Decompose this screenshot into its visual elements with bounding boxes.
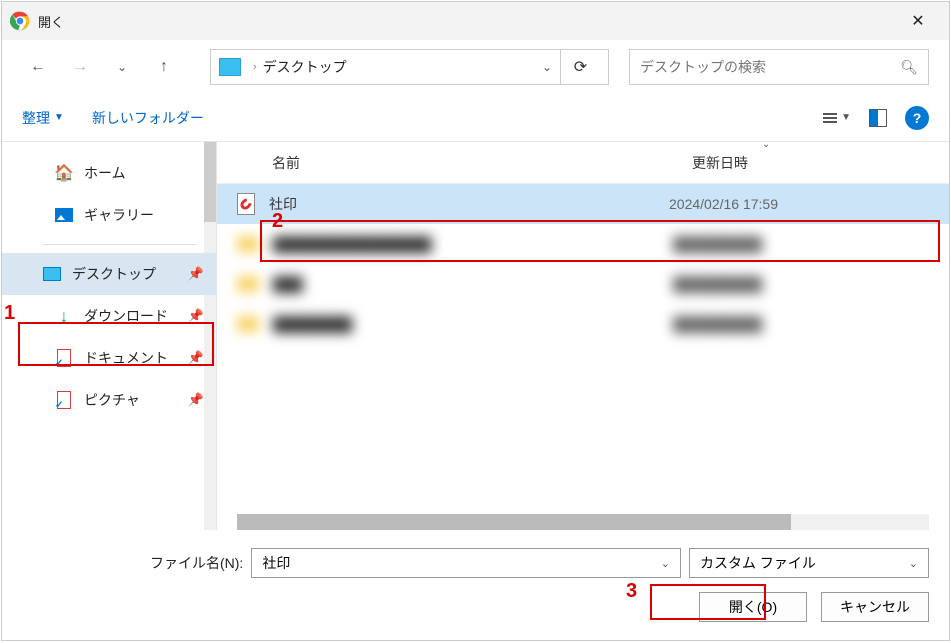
pin-icon: 📌: [188, 350, 204, 366]
cancel-button[interactable]: キャンセル: [821, 592, 929, 622]
pin-icon: 📌: [188, 308, 204, 324]
file-date: 2024/02/16 17:59: [669, 196, 869, 212]
footer: ファイル名(N): ⌄ カスタム ファイル ⌄ 開く(O) キャンセル: [2, 530, 949, 640]
sort-indicator-icon: ⌄: [762, 142, 770, 150]
chevron-down-icon: ▼: [54, 112, 64, 123]
gallery-icon: [54, 206, 74, 224]
desktop-icon: [42, 265, 62, 283]
file-list-header: 名前 ⌄ 更新日時: [217, 142, 949, 184]
home-icon: 🏠: [54, 164, 74, 182]
back-button[interactable]: ←: [22, 51, 54, 83]
pin-icon: 📌: [188, 266, 204, 282]
image-file-icon: [237, 193, 255, 215]
file-type-filter[interactable]: カスタム ファイル ⌄: [689, 548, 929, 578]
pictures-icon: [54, 391, 74, 409]
nav-row: ← → ⌄ ↑ › デスクトップ ⌄ ⟳ 🔍︎: [2, 40, 949, 94]
window-title: 開く: [38, 12, 64, 31]
column-header-date[interactable]: ⌄ 更新日時: [692, 153, 892, 173]
list-icon: [823, 113, 837, 123]
help-button[interactable]: ?: [905, 106, 929, 130]
column-header-name[interactable]: 名前: [272, 153, 692, 173]
chevron-down-icon: ⌄: [909, 557, 918, 570]
chevron-down-icon[interactable]: ⌄: [661, 557, 670, 570]
pin-icon: 📌: [188, 392, 204, 408]
folder-icon: [237, 316, 259, 332]
view-mode-button[interactable]: ▼: [823, 112, 851, 123]
forward-button[interactable]: →: [64, 51, 96, 83]
folder-icon: [237, 276, 259, 292]
download-icon: ↓: [54, 307, 74, 325]
new-folder-button[interactable]: 新しいフォルダー: [92, 108, 204, 128]
file-row[interactable]: ████████ █████████: [217, 304, 949, 344]
chevron-down-icon: ▼: [841, 112, 851, 123]
documents-icon: [54, 349, 74, 367]
toolbar: 整理 ▼ 新しいフォルダー ▼ ?: [2, 94, 949, 142]
breadcrumb-dropdown[interactable]: ⌄: [534, 60, 560, 74]
horizontal-scrollbar[interactable]: [237, 514, 929, 530]
refresh-button[interactable]: ⟳: [560, 49, 600, 85]
breadcrumb-location[interactable]: デスクトップ: [263, 57, 347, 77]
file-name: 社印: [269, 194, 669, 214]
sidebar-item-pictures[interactable]: ピクチャ 📌: [2, 379, 216, 421]
sidebar-item-gallery[interactable]: ギャラリー: [2, 194, 216, 236]
sidebar-divider: [42, 244, 196, 245]
sidebar: 🏠 ホーム ギャラリー デスクトップ 📌 ↓ ダウンロード 📌 ドキュメント: [2, 142, 217, 530]
folder-icon: [219, 58, 241, 76]
annotation-3: 3: [626, 580, 637, 603]
search-input[interactable]: [640, 59, 900, 75]
folder-icon: [237, 236, 259, 252]
sidebar-item-documents[interactable]: ドキュメント 📌: [2, 337, 216, 379]
sidebar-item-desktop[interactable]: デスクトップ 📌: [2, 253, 216, 295]
search-box[interactable]: 🔍︎: [629, 49, 929, 85]
chrome-icon: [10, 11, 30, 31]
file-list: 名前 ⌄ 更新日時 社印 2024/02/16 17:59 ██████████…: [217, 142, 949, 530]
annotation-1: 1: [4, 302, 15, 325]
close-button[interactable]: ✕: [895, 2, 941, 40]
open-button[interactable]: 開く(O): [699, 592, 807, 622]
sidebar-item-home[interactable]: 🏠 ホーム: [2, 152, 216, 194]
recent-button[interactable]: ⌄: [106, 51, 138, 83]
filename-input-wrap[interactable]: ⌄: [251, 548, 681, 578]
up-button[interactable]: ↑: [148, 51, 180, 83]
filename-label: ファイル名(N):: [150, 553, 243, 573]
chevron-right-icon: ›: [253, 61, 257, 73]
file-row[interactable]: ███ █████████: [217, 264, 949, 304]
file-row-selected[interactable]: 社印 2024/02/16 17:59: [217, 184, 949, 224]
organize-menu[interactable]: 整理 ▼: [22, 108, 64, 128]
file-row[interactable]: ████████████████ █████████: [217, 224, 949, 264]
filename-input[interactable]: [262, 555, 660, 571]
titlebar: 開く ✕: [2, 2, 949, 40]
annotation-2: 2: [272, 210, 283, 233]
search-icon[interactable]: 🔍︎: [900, 59, 918, 76]
sidebar-item-downloads[interactable]: ↓ ダウンロード 📌: [2, 295, 216, 337]
breadcrumb[interactable]: › デスクトップ ⌄ ⟳: [210, 49, 609, 85]
preview-pane-button[interactable]: [869, 109, 887, 127]
